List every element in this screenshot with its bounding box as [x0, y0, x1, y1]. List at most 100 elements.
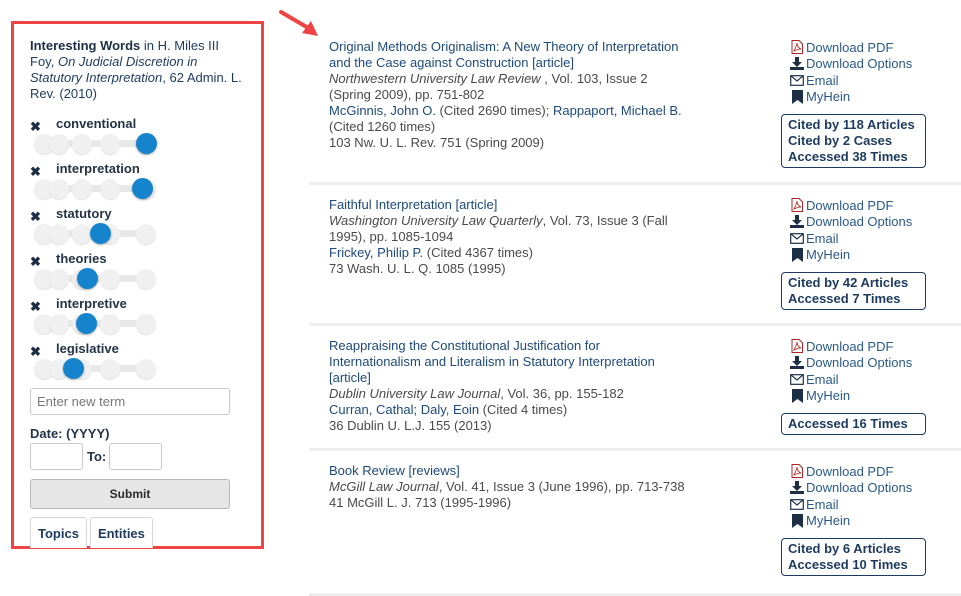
result-details: Reappraising the Constitutional Justific…: [309, 338, 689, 434]
author-link[interactable]: Rappaport, Michael B.: [553, 103, 682, 118]
download-pdf-link[interactable]: Download PDF: [790, 39, 950, 56]
author-link[interactable]: McGinnis, John O.: [329, 103, 436, 118]
email-link[interactable]: Email: [790, 496, 950, 513]
result-title-link[interactable]: Book Review [reviews]: [329, 463, 689, 479]
result-title-link[interactable]: Reappraising the Constitutional Justific…: [329, 338, 689, 386]
stat-link[interactable]: Accessed 38 Times: [788, 149, 919, 165]
citation-stats-box: Cited by 118 Articles Cited by 2 Cases Acc…: [781, 114, 926, 168]
slider-tick[interactable]: [48, 224, 69, 244]
stat-link[interactable]: Cited by 2 Cases: [788, 133, 919, 149]
slider-knob[interactable]: [76, 268, 98, 289]
slider-tick[interactable]: [99, 269, 120, 289]
result-title-link[interactable]: Original Methods Originalism: A New Theo…: [329, 39, 689, 71]
slider-knob[interactable]: [90, 223, 112, 244]
download-options-link[interactable]: Download Options: [790, 214, 950, 231]
author-link[interactable]: Curran, Cathal; Daly, Eoin: [329, 402, 479, 417]
author-cited-count: (Cited 4 times): [479, 402, 568, 417]
envelope-icon: [790, 231, 804, 245]
term-weight-slider[interactable]: [34, 313, 156, 335]
download-options-link[interactable]: Download Options: [790, 480, 950, 497]
slider-tick[interactable]: [136, 314, 156, 334]
action-label: Download PDF: [806, 197, 894, 213]
term-weight-slider[interactable]: [34, 268, 156, 290]
slider-knob[interactable]: [62, 358, 84, 379]
result-authors: McGinnis, John O. (Cited 2690 times); Ra…: [329, 103, 689, 135]
date-from-input[interactable]: [30, 443, 83, 470]
slider-tick[interactable]: [136, 224, 156, 244]
term-weight-slider[interactable]: [34, 133, 157, 155]
download-icon: [790, 57, 804, 71]
download-options-link[interactable]: Download Options: [790, 56, 950, 73]
myhein-link[interactable]: MyHein: [790, 388, 950, 405]
action-label: Download Options: [806, 480, 913, 496]
download-options-link[interactable]: Download Options: [790, 355, 950, 372]
result-item: Original Methods Originalism: A New Theo…: [309, 30, 961, 185]
submit-button[interactable]: Submit: [30, 479, 230, 509]
bookmark-icon: [790, 388, 804, 403]
term-weight-slider[interactable]: [34, 358, 156, 380]
source-details: , Vol. 41, Issue 3 (June 1996), pp. 713-…: [438, 479, 685, 494]
result-citation: 103 Nw. U. L. Rev. 751 (Spring 2009): [329, 135, 545, 150]
myhein-link[interactable]: MyHein: [790, 513, 950, 530]
download-pdf-link[interactable]: Download PDF: [790, 338, 950, 355]
slider-tick[interactable]: [48, 269, 69, 289]
slider-tick[interactable]: [99, 179, 120, 199]
action-label: Download Options: [806, 355, 913, 371]
action-label: Download PDF: [806, 463, 894, 479]
date-label: Date: (YYYY): [30, 426, 110, 441]
download-pdf-link[interactable]: Download PDF: [790, 197, 950, 214]
stat-link[interactable]: Accessed 7 Times: [788, 291, 919, 307]
result-authors: Frickey, Philip P. (Cited 4367 times): [329, 245, 689, 261]
email-link[interactable]: Email: [790, 371, 950, 388]
action-label: Download PDF: [806, 39, 894, 55]
action-label: Email: [806, 371, 839, 387]
result-details: Book Review [reviews] McGill Law Journal,…: [309, 463, 689, 511]
pdf-icon: [790, 40, 804, 55]
stat-link[interactable]: Accessed 10 Times: [788, 557, 919, 573]
slider-tick[interactable]: [71, 134, 92, 154]
slider-tick[interactable]: [99, 314, 120, 334]
stat-link[interactable]: Cited by 6 Articles: [788, 541, 919, 557]
download-pdf-link[interactable]: Download PDF: [790, 463, 950, 480]
slider-tick[interactable]: [99, 359, 120, 379]
result-source: Northwestern University Law Review , Vol…: [329, 71, 689, 103]
journal-name: McGill Law Journal: [329, 479, 439, 494]
slider-tick[interactable]: [48, 179, 69, 199]
stat-link[interactable]: Cited by 118 Articles: [788, 117, 919, 133]
action-label: MyHein: [806, 388, 851, 404]
action-label: Email: [806, 496, 839, 512]
tab-topics[interactable]: Topics: [30, 517, 87, 548]
tab-entities[interactable]: Entities: [89, 517, 153, 548]
slider-tick[interactable]: [48, 134, 69, 154]
slider-knob[interactable]: [131, 178, 153, 199]
stat-link[interactable]: Accessed 16 Times: [788, 416, 919, 432]
action-label: MyHein: [806, 513, 851, 529]
action-label: Download Options: [806, 56, 913, 72]
myhein-link[interactable]: MyHein: [790, 247, 950, 264]
slider-tick[interactable]: [48, 314, 69, 334]
slider-tick[interactable]: [71, 179, 92, 199]
result-title-link[interactable]: Faithful Interpretation [article]: [329, 197, 689, 213]
bookmark-icon: [790, 89, 804, 104]
stat-link[interactable]: Cited by 42 Articles: [788, 275, 919, 291]
slider-tick[interactable]: [71, 224, 92, 244]
new-term-input[interactable]: [30, 388, 230, 415]
term-item: ✖ legislative: [30, 341, 245, 386]
slider-knob[interactable]: [136, 133, 157, 154]
term-weight-slider[interactable]: [34, 178, 156, 200]
slider-tick[interactable]: [136, 359, 156, 379]
email-link[interactable]: Email: [790, 230, 950, 247]
slider-tick[interactable]: [136, 269, 156, 289]
slider-tick[interactable]: [99, 134, 120, 154]
slider-knob[interactable]: [75, 313, 97, 334]
email-link[interactable]: Email: [790, 72, 950, 89]
author-link[interactable]: Frickey, Philip P.: [329, 245, 423, 260]
result-item: Reappraising the Constitutional Justific…: [309, 326, 961, 451]
date-to-input[interactable]: [109, 443, 163, 470]
myhein-link[interactable]: MyHein: [790, 89, 950, 106]
result-authors: Curran, Cathal; Daly, Eoin (Cited 4 time…: [329, 402, 689, 418]
result-source: Washington University Law Quarterly, Vol…: [329, 213, 689, 245]
term-weight-slider[interactable]: [34, 223, 156, 245]
result-item: Faithful Interpretation [article] Washing…: [309, 185, 961, 326]
result-details: Faithful Interpretation [article] Washing…: [309, 197, 689, 277]
